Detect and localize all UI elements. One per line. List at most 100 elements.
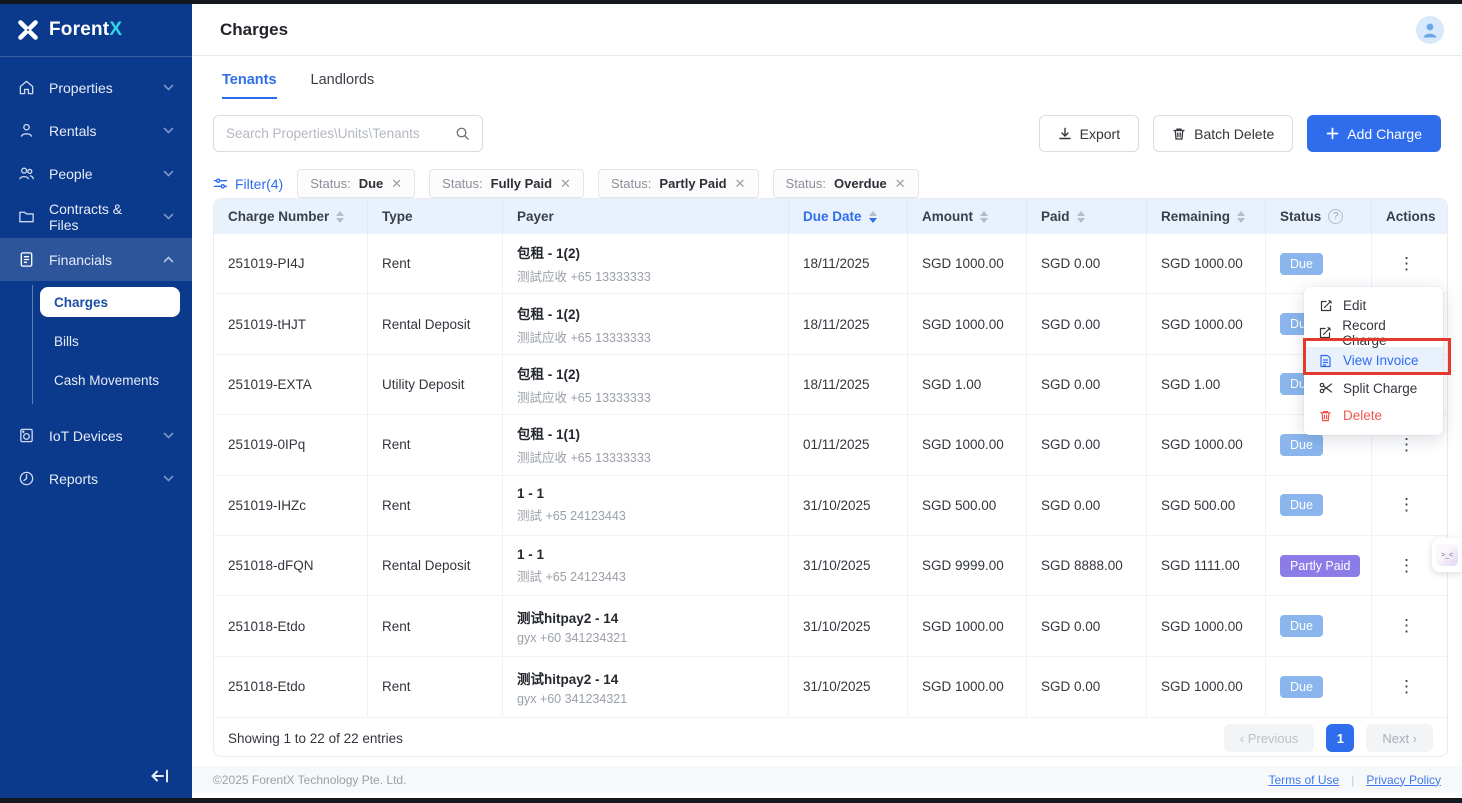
menu-item-split-charge[interactable]: Split Charge	[1304, 375, 1443, 403]
folder-icon	[18, 208, 35, 225]
sidebar-nav: Properties Rentals People Contracts & Fi…	[0, 57, 192, 500]
sidebar-item-contracts-files[interactable]: Contracts & Files	[0, 195, 192, 238]
sidebar-item-financials[interactable]: Financials	[0, 238, 192, 281]
export-button[interactable]: Export	[1039, 115, 1139, 152]
amount-cell: SGD 1000.00	[908, 234, 1027, 293]
trash-icon	[1318, 409, 1333, 423]
paid-cell: SGD 8888.00	[1027, 536, 1147, 595]
remaining-cell: SGD 1111.00	[1147, 536, 1266, 595]
column-header-due-date[interactable]: Due Date	[789, 199, 908, 234]
payer-name: 1 - 1	[517, 486, 780, 501]
page-1-button[interactable]: 1	[1326, 724, 1354, 752]
row-actions-button[interactable]: ⋮	[1392, 433, 1421, 457]
column-header-paid[interactable]: Paid	[1027, 199, 1147, 234]
sidebar-item-people[interactable]: People	[0, 152, 192, 195]
payer-name: 测试hitpay2 - 14	[517, 668, 780, 688]
row-actions-button[interactable]: ⋮	[1392, 493, 1421, 517]
menu-item-delete[interactable]: Delete	[1304, 402, 1443, 430]
sort-icon[interactable]	[869, 211, 877, 223]
sidebar-item-cash-movements[interactable]: Cash Movements	[40, 365, 180, 395]
due-date-cell: 18/11/2025	[789, 355, 908, 414]
chip-close-icon[interactable]: ✕	[895, 176, 906, 192]
row-actions-button[interactable]: ⋮	[1392, 554, 1421, 578]
menu-item-record-charge[interactable]: Record Charge	[1304, 320, 1443, 348]
sidebar-collapse-button[interactable]	[150, 768, 170, 784]
filter-button[interactable]: Filter(4)	[213, 176, 283, 192]
chip-close-icon[interactable]: ✕	[735, 176, 746, 192]
batch-delete-button[interactable]: Batch Delete	[1153, 115, 1293, 152]
sidebar-item-bills[interactable]: Bills	[40, 326, 180, 356]
column-header-charge-number[interactable]: Charge Number	[214, 199, 368, 234]
user-avatar[interactable]	[1416, 16, 1444, 44]
remaining-cell: SGD 1000.00	[1147, 294, 1266, 353]
due-date-cell: 18/11/2025	[789, 294, 908, 353]
table-row[interactable]: 251019-EXTA Utility Deposit 包租 - 1(2) 测試…	[214, 355, 1447, 415]
search-icon[interactable]	[455, 126, 470, 141]
sort-icon[interactable]	[336, 211, 344, 223]
sidebar-item-properties[interactable]: Properties	[0, 66, 192, 109]
menu-item-edit[interactable]: Edit	[1304, 292, 1443, 320]
row-actions-button[interactable]: ⋮	[1392, 614, 1421, 638]
chevron-up-icon	[163, 256, 174, 263]
row-actions-button[interactable]: ⋮	[1392, 675, 1421, 699]
paid-cell: SGD 0.00	[1027, 355, 1147, 414]
payer-cell: 包租 - 1(2) 测試应收 +65 13333333	[503, 355, 789, 414]
copyright-text: ©2025 ForentX Technology Pte. Ltd.	[213, 773, 406, 787]
payer-contact: 测試应收 +65 13333333	[517, 387, 780, 406]
sort-icon[interactable]	[980, 211, 988, 223]
table-row[interactable]: 251019-tHJT Rental Deposit 包租 - 1(2) 测試应…	[214, 294, 1447, 354]
due-date-cell: 31/10/2025	[789, 536, 908, 595]
payer-name: 包租 - 1(2)	[517, 303, 780, 323]
column-header-amount[interactable]: Amount	[908, 199, 1027, 234]
terms-of-use-link[interactable]: Terms of Use	[1269, 773, 1340, 787]
add-charge-button[interactable]: Add Charge	[1307, 115, 1441, 152]
scissors-icon	[1318, 381, 1333, 395]
table-header: Charge Number Type Payer Due Date Amount…	[214, 199, 1447, 234]
type-cell: Rent	[368, 657, 503, 717]
sidebar-item-reports[interactable]: Reports	[0, 457, 192, 500]
table-row[interactable]: 251018-Etdo Rent 测试hitpay2 - 14 gyx +60 …	[214, 657, 1447, 717]
filter-chip: Status: Due ✕	[297, 169, 415, 198]
entries-summary: Showing 1 to 22 of 22 entries	[228, 731, 1212, 746]
search-input[interactable]	[226, 126, 447, 141]
payer-cell: 包租 - 1(2) 测試应收 +65 13333333	[503, 234, 789, 293]
table-row[interactable]: 251018-dFQN Rental Deposit 1 - 1 测試 +65 …	[214, 536, 1447, 596]
payer-contact: 测試应收 +65 13333333	[517, 327, 780, 346]
column-header-payer: Payer	[503, 199, 789, 234]
row-actions-button[interactable]: ⋮	[1392, 252, 1421, 276]
search-box[interactable]	[213, 115, 483, 152]
remaining-cell: SGD 1.00	[1147, 355, 1266, 414]
help-icon[interactable]: ?	[1328, 209, 1343, 224]
table-row[interactable]: 251019-0IPq Rent 包租 - 1(1) 测試应收 +65 1333…	[214, 415, 1447, 475]
charges-table: Charge Number Type Payer Due Date Amount…	[213, 198, 1448, 757]
financials-submenu: Charges Bills Cash Movements	[0, 281, 192, 414]
previous-page-button[interactable]: ‹ Previous	[1224, 724, 1315, 752]
page-header: Charges	[192, 4, 1462, 56]
table-row[interactable]: 251018-Etdo Rent 测试hitpay2 - 14 gyx +60 …	[214, 596, 1447, 656]
table-body: 251019-PI4J Rent 包租 - 1(2) 测試应收 +65 1333…	[214, 234, 1447, 717]
toolbar: Export Batch Delete Add Charge	[192, 99, 1462, 152]
sidebar-item-rentals[interactable]: Rentals	[0, 109, 192, 152]
feedback-widget-button[interactable]: >_<	[1432, 538, 1462, 572]
brand[interactable]: ForentX	[0, 4, 192, 57]
column-header-remaining[interactable]: Remaining	[1147, 199, 1266, 234]
table-row[interactable]: 251019-PI4J Rent 包租 - 1(2) 测試应收 +65 1333…	[214, 234, 1447, 294]
charge-number-cell: 251018-dFQN	[214, 536, 368, 595]
table-row[interactable]: 251019-IHZc Rent 1 - 1 测試 +65 24123443 3…	[214, 476, 1447, 536]
sort-icon[interactable]	[1237, 211, 1245, 223]
chip-close-icon[interactable]: ✕	[391, 176, 402, 192]
paid-cell: SGD 0.00	[1027, 415, 1147, 474]
chip-close-icon[interactable]: ✕	[560, 176, 571, 192]
privacy-policy-link[interactable]: Privacy Policy	[1366, 773, 1441, 787]
menu-item-view-invoice[interactable]: View Invoice	[1304, 347, 1443, 375]
tab-landlords[interactable]: Landlords	[311, 72, 375, 99]
feedback-face-icon: >_<	[1436, 544, 1458, 566]
tab-tenants[interactable]: Tenants	[222, 72, 277, 99]
next-page-button[interactable]: Next ›	[1366, 724, 1433, 752]
sort-icon[interactable]	[1077, 211, 1085, 223]
sidebar-item-iot-devices[interactable]: IoT Devices	[0, 414, 192, 457]
paid-cell: SGD 0.00	[1027, 657, 1147, 717]
charge-number-cell: 251019-0IPq	[214, 415, 368, 474]
column-header-status: Status?	[1266, 199, 1372, 234]
sidebar-item-charges[interactable]: Charges	[40, 287, 180, 317]
